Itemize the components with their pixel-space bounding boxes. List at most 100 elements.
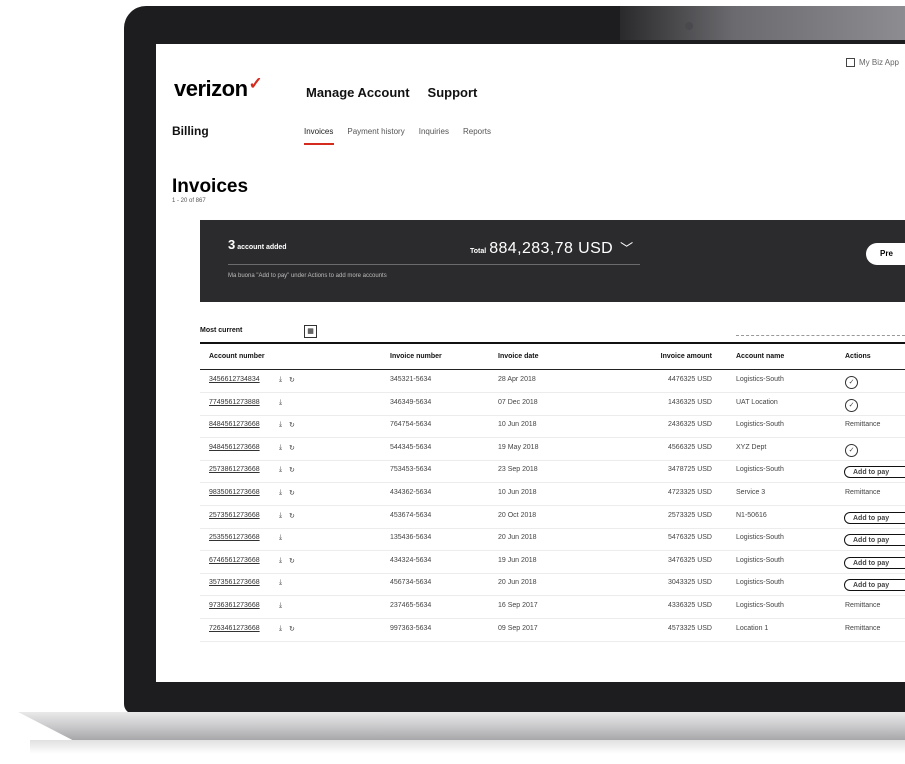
download-icon[interactable]: ⤓: [279, 557, 282, 565]
invoice-number: 764754-5634: [390, 421, 432, 429]
account-name: Location 1: [736, 624, 769, 632]
table-row: 7263461273668 ⤓ ↻ 997363-5634 09 Sep 2017 457…: [200, 619, 905, 642]
invoice-amount: 4723325 USD: [668, 489, 712, 496]
check-circle-icon[interactable]: ✓: [845, 443, 858, 457]
invoice-date: 10 Jun 2018: [498, 421, 537, 429]
account-name: XYZ Dept: [736, 443, 767, 451]
account-name: Logistics-South: [736, 421, 784, 429]
invoice-number: 753453-5634: [390, 466, 432, 474]
invoice-number: 346349-5634: [390, 398, 432, 406]
billing-subnav: Invoices Payment history Inquiries Repor…: [304, 127, 491, 145]
tab-inquiries[interactable]: Inquiries: [419, 127, 449, 136]
tab-payment-history[interactable]: Payment history: [347, 127, 404, 136]
tab-reports[interactable]: Reports: [463, 127, 491, 136]
verizon-logo[interactable]: verizon✓: [174, 74, 263, 102]
invoice-number: 135436-5634: [390, 534, 432, 542]
account-number-link[interactable]: 2535561273668: [209, 534, 260, 541]
total-label: Total: [470, 248, 487, 255]
table-row: 2573861273668 ⤓ ↻ 753453-5634 23 Sep 2018 347…: [200, 460, 905, 484]
invoice-date: 16 Sep 2017: [498, 602, 538, 609]
account-name: Service 3: [736, 489, 766, 496]
account-name: Logistics-South: [736, 579, 784, 587]
header-actions: Actions: [845, 353, 871, 360]
check-circle-icon[interactable]: ✓: [845, 398, 858, 412]
header-invoice-date[interactable]: Invoice date: [498, 353, 538, 360]
invoice-amount: 2436325 USD: [668, 421, 712, 429]
account-number-link[interactable]: 3456612734834: [209, 376, 260, 383]
add-to-pay-button[interactable]: Add to pay: [844, 534, 905, 547]
invoice-amount: 3478725 USD: [668, 466, 712, 474]
remittance-link[interactable]: Remittance: [845, 421, 880, 428]
add-to-pay-button[interactable]: Add to pay: [844, 556, 905, 569]
refresh-icon[interactable]: ↻: [289, 512, 295, 520]
account-number-link[interactable]: 7749561273888: [209, 399, 260, 406]
refresh-icon[interactable]: ↻: [289, 376, 295, 384]
tab-invoices[interactable]: Invoices: [304, 127, 335, 145]
account-number-link[interactable]: 9835061273668: [209, 489, 260, 496]
my-biz-app-link[interactable]: My Biz App: [845, 58, 899, 67]
remittance-link[interactable]: Remittance: [845, 602, 880, 609]
account-number-link[interactable]: 9484561273668: [209, 444, 260, 451]
table-row: 9835061273668 ⤓ ↻ 434362-5634 10 Jun 2018 472…: [200, 483, 905, 506]
account-number-link[interactable]: 8484561273668: [209, 421, 260, 428]
logo-text: verizon: [174, 76, 248, 101]
account-number-link[interactable]: 2573561273668: [209, 512, 260, 519]
refresh-icon[interactable]: ↻: [289, 625, 295, 633]
invoice-amount: 4573325 USD: [668, 624, 712, 632]
table-row: 7749561273888 ⤓ 346349-5634 07 Dec 2018 1436…: [200, 393, 905, 416]
download-icon[interactable]: ⤓: [279, 444, 282, 452]
table-row: 3573561273668 ⤓ 456734-5634 20 Jun 2018 3043…: [200, 573, 905, 597]
download-icon[interactable]: ⤓: [279, 579, 282, 587]
result-count: 1 - 20 of 867: [172, 198, 206, 204]
table-row: 2573561273668 ⤓ ↻ 453674-5634 20 Oct 2018 257…: [200, 506, 905, 529]
remittance-link[interactable]: Remittance: [845, 625, 880, 632]
check-circle-icon[interactable]: ✓: [845, 376, 858, 389]
account-number-link[interactable]: 2573861273668: [209, 466, 260, 473]
total-dropdown[interactable]: Total 884,283,78 USD ﹀: [470, 238, 633, 258]
pay-button[interactable]: Pre: [866, 243, 905, 265]
refresh-icon[interactable]: ↻: [289, 557, 295, 565]
camera: [685, 22, 693, 30]
refresh-icon[interactable]: ↻: [289, 444, 295, 452]
add-to-pay-button[interactable]: Add to pay: [844, 511, 905, 524]
account-number-link[interactable]: 3573561273668: [209, 579, 260, 586]
download-icon[interactable]: ⤓: [279, 399, 282, 407]
invoice-date: 07 Dec 2018: [498, 398, 538, 406]
sort-label[interactable]: Most current: [200, 327, 242, 334]
download-icon[interactable]: ⤓: [279, 625, 282, 633]
invoice-date: 23 Sep 2018: [498, 466, 538, 474]
header-invoice-amount[interactable]: Invoice amount: [612, 353, 712, 360]
refresh-icon[interactable]: ↻: [289, 466, 295, 474]
table-row: 8484561273668 ⤓ ↻ 764754-5634 10 Jun 2018 243…: [200, 415, 905, 439]
header-invoice-number[interactable]: Invoice number: [390, 353, 442, 360]
refresh-icon[interactable]: ↻: [289, 489, 295, 497]
add-to-pay-button[interactable]: Add to pay: [844, 579, 905, 592]
table-row: 9484561273668 ⤓ ↻ 544345-5634 19 May 2018 456…: [200, 438, 905, 461]
download-icon[interactable]: ⤓: [279, 512, 282, 520]
phone-icon: [845, 58, 855, 67]
account-number-link[interactable]: 9736361273668: [209, 602, 260, 609]
invoice-amount: 4336325 USD: [668, 602, 712, 609]
download-icon[interactable]: ⤓: [279, 466, 282, 474]
account-name: Logistics-South: [736, 556, 784, 564]
nav-support[interactable]: Support: [428, 85, 478, 100]
account-number-link[interactable]: 7263461273668: [209, 625, 260, 632]
refresh-icon[interactable]: ↻: [289, 421, 295, 429]
remittance-link[interactable]: Remittance: [845, 489, 880, 496]
nav-manage-account[interactable]: Manage Account: [306, 85, 410, 100]
add-to-pay-button[interactable]: Add to pay: [844, 466, 905, 479]
download-icon[interactable]: ⤓: [279, 602, 282, 610]
invoice-date: 20 Jun 2018: [498, 534, 537, 542]
header-account-number[interactable]: Account number: [209, 353, 265, 360]
invoice-amount: 4476325 USD: [668, 376, 712, 383]
header-account-name[interactable]: Account name: [736, 353, 784, 360]
download-icon[interactable]: ⤓: [279, 534, 282, 542]
invoice-amount: 3043325 USD: [668, 579, 712, 587]
download-icon[interactable]: ⤓: [279, 421, 282, 429]
calendar-icon[interactable]: ▦: [304, 325, 317, 338]
account-name: Logistics-South: [736, 376, 784, 383]
account-number-link[interactable]: 6746561273668: [209, 557, 260, 564]
download-icon[interactable]: ⤓: [279, 489, 282, 497]
download-icon[interactable]: ⤓: [279, 376, 282, 384]
invoice-date: 28 Apr 2018: [498, 376, 536, 383]
